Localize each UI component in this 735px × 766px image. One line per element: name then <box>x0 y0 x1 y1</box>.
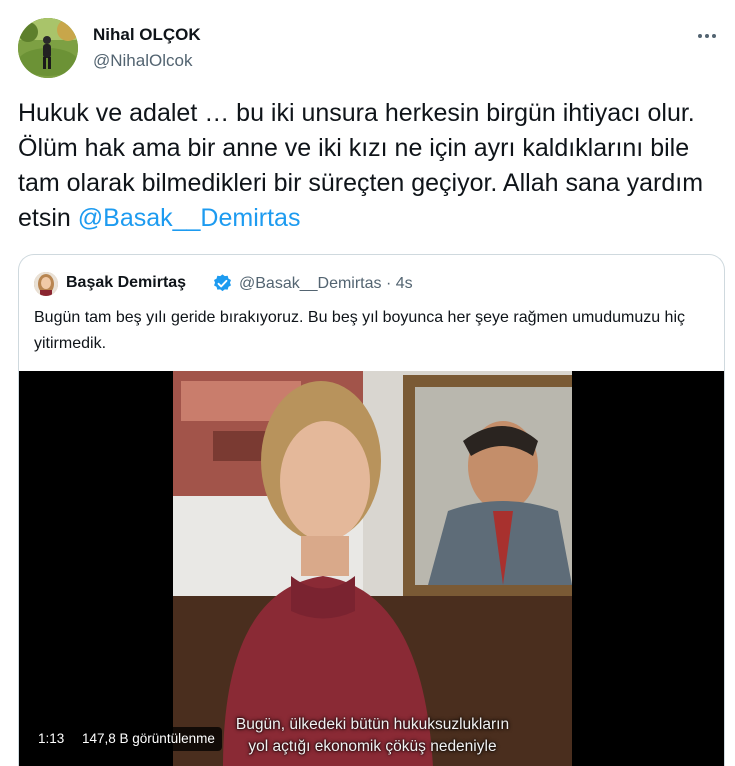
video-duration: 1:13 <box>31 727 72 751</box>
tweet: Nihal OLÇOK @NihalOlcok Hukuk ve adalet … <box>0 0 735 766</box>
dot <box>705 34 709 38</box>
author-avatar[interactable] <box>18 18 78 78</box>
mention-link[interactable]: @Basak__Demirtas <box>78 204 301 232</box>
author-handle[interactable]: @NihalOlcok <box>93 51 192 71</box>
quoted-author-name[interactable]: Başak Demirtaş <box>66 274 186 292</box>
quoted-author-avatar[interactable] <box>34 272 58 296</box>
verified-badge-icon <box>214 274 231 292</box>
quoted-meta: @Basak__Demirtas · 4s <box>239 275 413 292</box>
more-options-button[interactable] <box>693 22 721 50</box>
dot <box>712 34 716 38</box>
video-views: 147,8 B görüntülenme <box>75 727 222 751</box>
video-subtitle-line2: yol açtığı ekonomik çöküş nedeniyle <box>248 738 497 755</box>
video-player[interactable]: Bugün, ülkedeki bütün hukuksuzlukların y… <box>19 371 724 766</box>
tweet-text: Hukuk ve adalet … bu iki unsura herkesin… <box>18 96 728 236</box>
quoted-tweet[interactable]: Başak Demirtaş @Basak__Demirtas · 4s Bug… <box>18 254 725 766</box>
quoted-text: Bugün tam beş yılı geride bırakıyoruz. B… <box>34 309 686 352</box>
video-frame <box>173 371 572 766</box>
dot <box>698 34 702 38</box>
video-subtitle-line1: Bugün, ülkedeki bütün hukuksuzlukların <box>235 716 510 733</box>
author-name[interactable]: Nihal OLÇOK <box>93 25 201 45</box>
